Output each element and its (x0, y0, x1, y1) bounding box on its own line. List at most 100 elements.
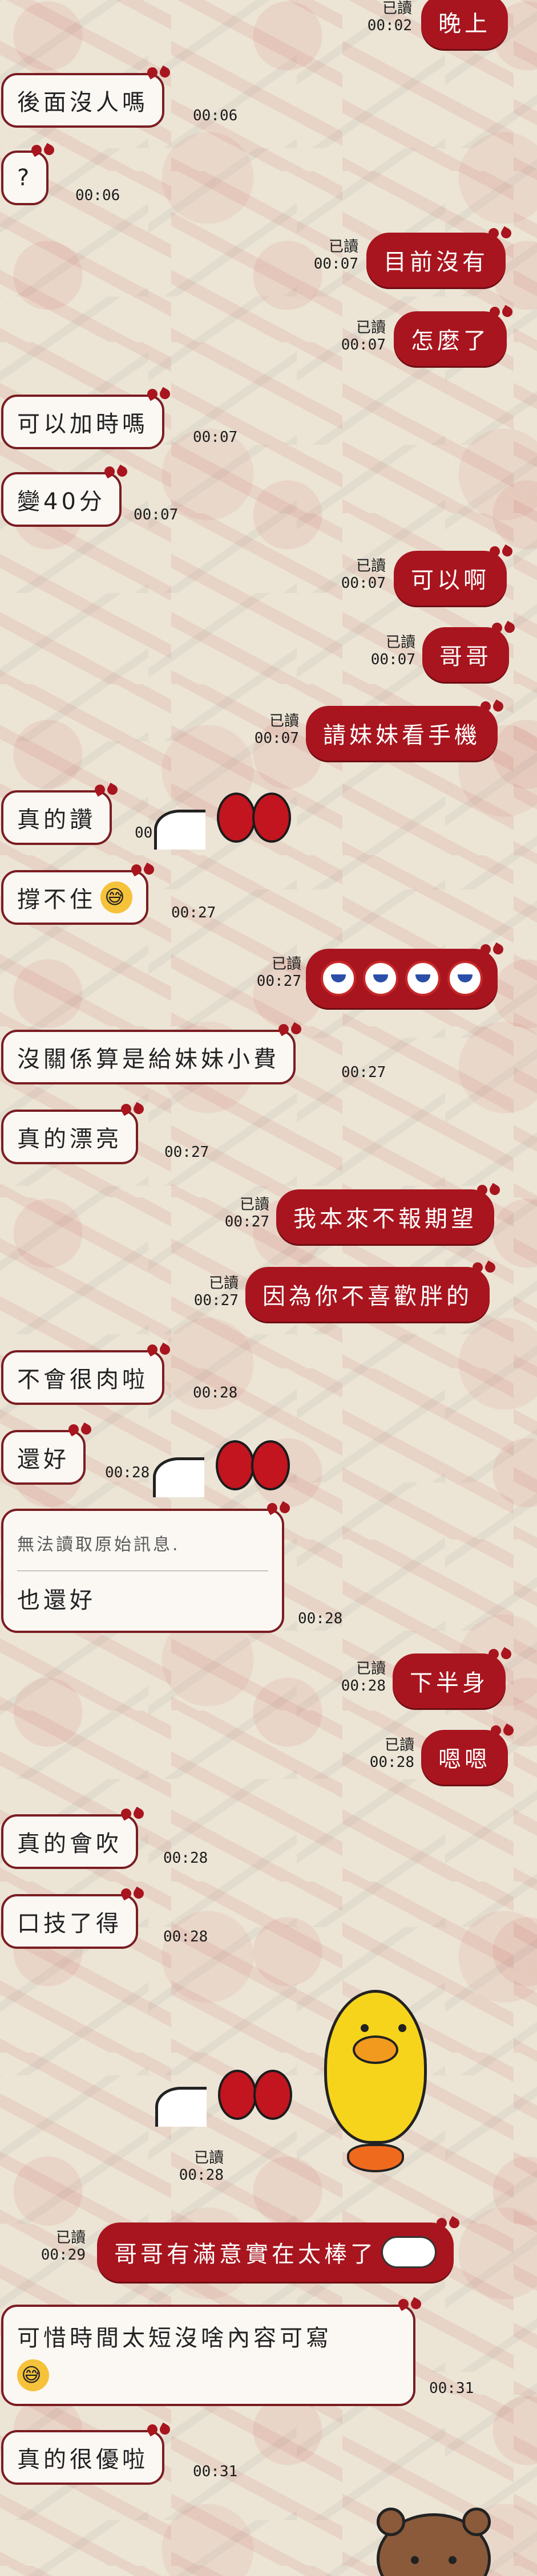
bow-icon (490, 304, 512, 320)
bow-icon (147, 387, 170, 403)
message-text: 真的很優啦 (17, 2447, 148, 2473)
message-bubble-in[interactable]: 可惜時間太短沒啥內容可寫 😅 (1, 2305, 415, 2406)
message-time: 00:07 (193, 429, 238, 446)
message-text: 口技了得 (17, 1911, 122, 1937)
message-meta: 已讀 00:28 (333, 1660, 386, 1695)
message-time: 00:28 (105, 1464, 150, 1481)
message-bubble-in[interactable]: 沒關係算是給妹妹小費 (1, 1030, 296, 1084)
message-time: 00:28 (179, 2167, 224, 2184)
bow-icon (481, 942, 503, 958)
message-time: 00:07 (370, 651, 415, 668)
message-bubble-in[interactable]: 口技了得 (1, 1894, 138, 1949)
message-text: 請妹妹看手機 (323, 722, 481, 749)
hello-kitty-bow-sticker (153, 1435, 307, 1497)
message-time: 00:27 (224, 1213, 269, 1230)
sweat-smile-emoji-icon: 😅 (100, 881, 132, 913)
read-receipt: 已讀 (356, 558, 386, 575)
bow-icon (491, 1723, 514, 1739)
message-text: 哥哥 (439, 644, 492, 670)
message-meta: 已讀 00:27 (217, 1196, 269, 1230)
kitty-face-icon (363, 961, 398, 996)
bow-icon (473, 1260, 495, 1276)
bow-icon (492, 620, 515, 636)
message-time: 00:28 (163, 1928, 208, 1945)
bow-icon (488, 1647, 511, 1663)
message-bubble-in[interactable]: ? (1, 151, 49, 205)
read-receipt: 已讀 (382, 0, 412, 17)
sticker-message-out[interactable] (306, 949, 498, 1008)
read-receipt: 已讀 (356, 319, 386, 336)
message-time: 00:02 (367, 17, 412, 34)
message-text: 嗯嗯 (438, 1746, 491, 1773)
message-meta: 已讀 00:28 (171, 2150, 224, 2184)
message-text: 還好 (17, 1447, 70, 1473)
message-time: 00:27 (341, 1064, 386, 1081)
message-meta: 已讀 00:02 (360, 0, 412, 34)
bow-icon (488, 226, 511, 242)
sweat-smile-emoji-icon: 😅 (17, 2359, 49, 2391)
quoted-message[interactable]: 無法讀取原始訊息. (17, 1527, 268, 1571)
message-time: 00:28 (369, 1754, 414, 1771)
message-meta: 已讀 00:07 (363, 634, 415, 668)
message-bubble-out[interactable]: 怎麼了 (394, 311, 507, 366)
message-bubble-in[interactable]: 真的漂亮 (1, 1110, 138, 1164)
message-time: 00:27 (171, 904, 216, 921)
message-bubble-out[interactable]: 下半身 (393, 1653, 506, 1708)
message-bubble-in[interactable]: 還好 (1, 1430, 86, 1485)
bow-icon (121, 1886, 144, 1902)
read-receipt: 已讀 (384, 1737, 414, 1754)
brown-bear-sticker[interactable] (377, 2508, 491, 2576)
read-receipt: 已讀 (269, 713, 299, 730)
message-bubble-out[interactable]: 晚上 (421, 0, 508, 49)
message-time: 00:28 (298, 1610, 343, 1627)
bow-icon (267, 1501, 290, 1517)
bow-icon (490, 544, 512, 560)
message-bubble-in[interactable]: 變40分 (1, 472, 122, 527)
message-time: 00:07 (254, 730, 299, 747)
message-bubble-out[interactable]: 哥哥有滿意實在太棒了 😆😆 (97, 2222, 454, 2282)
message-bubble-out[interactable]: 我本來不報期望 (276, 1189, 494, 1244)
message-bubble-in[interactable]: 真的讚 (1, 790, 112, 845)
message-text: 可以加時嗎 (17, 411, 148, 437)
message-time: 00:28 (341, 1677, 386, 1695)
message-bubble-in[interactable]: 可以加時嗎 (1, 395, 164, 449)
message-text: 變40分 (17, 489, 106, 515)
message-time: 00:31 (193, 2463, 238, 2480)
read-receipt: 已讀 (193, 2150, 224, 2167)
message-bubble-out[interactable]: 嗯嗯 (421, 1730, 508, 1785)
sally-chick-sticker[interactable] (313, 1990, 433, 2172)
message-bubble-out[interactable]: 因為你不喜歡胖的 (245, 1267, 490, 1322)
message-time: 00:07 (341, 575, 386, 592)
hello-kitty-bow-sticker (155, 2064, 309, 2127)
read-receipt: 已讀 (385, 634, 415, 651)
message-text: 可惜時間太短沒啥內容可寫 (17, 2325, 332, 2351)
message-bubble-out[interactable]: 請妹妹看手機 (306, 706, 498, 761)
message-bubble-in[interactable]: 不會很肉啦 (1, 1350, 164, 1405)
bow-icon (491, 0, 514, 3)
bow-icon (147, 65, 170, 81)
message-bubble-out[interactable]: 哥哥 (422, 627, 509, 682)
message-text: 因為你不喜歡胖的 (263, 1283, 473, 1310)
message-bubble-in-reply[interactable]: 無法讀取原始訊息. 也還好 (1, 1509, 284, 1633)
message-meta: 已讀 00:27 (249, 956, 301, 990)
message-bubble-out[interactable]: 可以啊 (394, 551, 507, 606)
bow-icon (147, 1342, 170, 1358)
message-bubble-in[interactable]: 後面沒人嗎 (1, 73, 164, 128)
message-time: 00:07 (134, 506, 179, 523)
message-bubble-out[interactable]: 目前沒有 (366, 233, 506, 287)
laughing-emoji-icon: 😆😆 (381, 2236, 437, 2268)
message-time: 00:29 (41, 2246, 86, 2264)
read-receipt: 已讀 (328, 238, 358, 255)
message-time: 00:07 (313, 255, 358, 273)
message-text: 晚上 (438, 11, 491, 37)
message-time: 00:06 (193, 107, 238, 124)
bow-icon (477, 1183, 500, 1198)
message-bubble-in[interactable]: 真的會吹 (1, 1814, 138, 1869)
message-text: 沒關係算是給妹妹小費 (17, 1046, 280, 1072)
message-meta: 已讀 00:27 (186, 1275, 239, 1309)
message-meta: 已讀 00:29 (33, 2229, 86, 2264)
message-bubble-in[interactable]: 真的很優啦 (1, 2430, 164, 2485)
hello-kitty-bow-sticker (154, 787, 308, 850)
message-bubble-in[interactable]: 撐不住 😅 (1, 870, 148, 925)
message-meta: 已讀 00:07 (306, 238, 358, 273)
